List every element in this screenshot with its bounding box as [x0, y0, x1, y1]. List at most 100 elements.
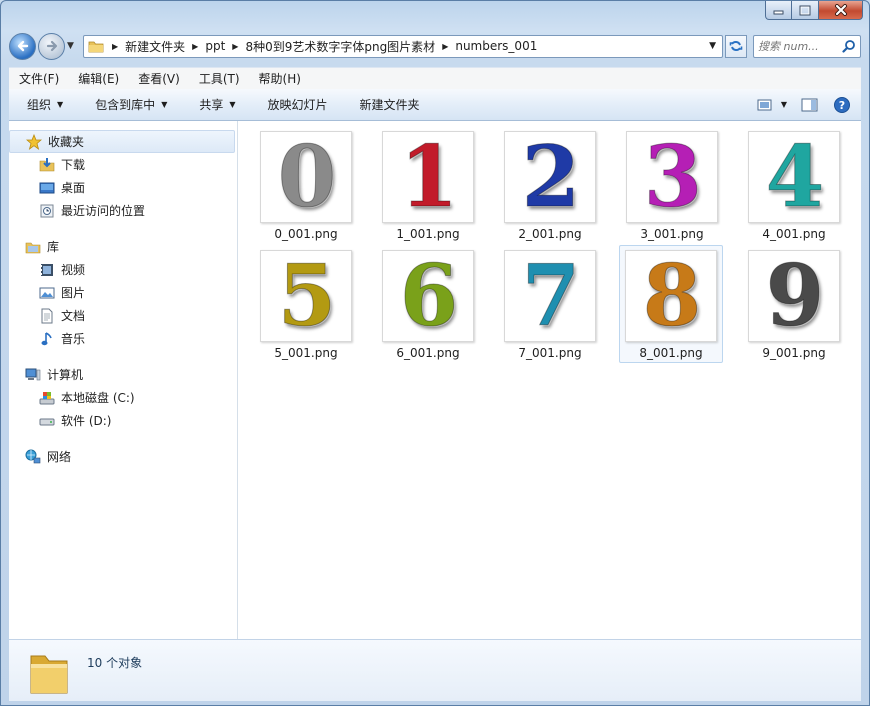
breadcrumb-item[interactable]: 新建文件夹	[120, 36, 190, 57]
menu-file[interactable]: 文件(F)	[9, 70, 68, 87]
breadcrumb-separator-icon[interactable]: ▶	[110, 42, 120, 51]
folder-icon	[30, 655, 68, 694]
file-tile[interactable]: 4 4_001.png	[742, 127, 846, 245]
file-tile[interactable]: 6 6_001.png	[376, 246, 480, 364]
file-name: 3_001.png	[640, 227, 704, 241]
nav-item-label: 图片	[61, 286, 86, 300]
minimize-button[interactable]	[765, 1, 792, 20]
maximize-button[interactable]	[792, 1, 819, 20]
star-icon	[26, 133, 42, 150]
include-in-library-button[interactable]: 包含到库中 ▼	[77, 96, 181, 113]
drive-icon	[39, 413, 55, 429]
preview-pane-icon[interactable]	[801, 97, 819, 113]
nav-item-pictures[interactable]: 图片	[9, 281, 237, 304]
nav-item-label: 最近访问的位置	[61, 204, 146, 218]
help-icon[interactable]: ?	[833, 96, 851, 114]
breadcrumb-separator-icon[interactable]: ▶	[230, 42, 240, 51]
recent-places-icon	[39, 203, 55, 219]
nav-item-music[interactable]: 音乐	[9, 327, 237, 350]
nav-group-libraries: 库 视频 图片 文档 音乐	[9, 235, 237, 350]
menu-help[interactable]: 帮助(H)	[249, 70, 310, 87]
file-tile[interactable]: 1 1_001.png	[376, 127, 480, 245]
folder-icon	[88, 38, 104, 54]
breadcrumb-separator-icon[interactable]: ▶	[440, 42, 450, 51]
file-name: 8_001.png	[639, 346, 703, 360]
search-input[interactable]	[758, 39, 842, 53]
file-tile[interactable]: 2 2_001.png	[498, 127, 602, 245]
file-thumbnail: 8	[625, 250, 717, 342]
new-folder-label: 新建文件夹	[359, 98, 420, 112]
address-bar[interactable]: ▶ 新建文件夹 ▶ ppt ▶ 8种0到9艺术数字字体png图片素材 ▶ num…	[83, 34, 723, 58]
details-pane: 10 个对象	[9, 639, 861, 701]
file-name: 6_001.png	[396, 346, 460, 360]
nav-item-drive-c[interactable]: 本地磁盘 (C:)	[9, 386, 237, 409]
close-button[interactable]	[819, 1, 863, 20]
change-view-button[interactable]: ▼	[757, 98, 787, 112]
item-count: 10 个对象	[87, 656, 143, 670]
chevron-down-icon: ▼	[780, 100, 787, 109]
file-thumbnail: 7	[504, 250, 596, 342]
file-tile[interactable]: 0 0_001.png	[254, 127, 358, 245]
menu-tools[interactable]: 工具(T)	[189, 70, 249, 87]
close-icon	[834, 4, 847, 16]
document-icon	[39, 308, 55, 324]
digit-glyph: 8	[642, 250, 701, 342]
organize-button[interactable]: 组织 ▼	[9, 96, 77, 113]
file-name: 4_001.png	[762, 227, 826, 241]
digit-glyph: 7	[521, 250, 580, 342]
slideshow-button[interactable]: 放映幻灯片	[250, 96, 342, 113]
system-drive-icon	[39, 390, 55, 406]
file-tile[interactable]: 7 7_001.png	[498, 246, 602, 364]
file-tile[interactable]: 9 9_001.png	[742, 246, 846, 364]
breadcrumb-separator-icon[interactable]: ▶	[190, 42, 200, 51]
search-icon	[842, 40, 855, 53]
refresh-button[interactable]	[725, 34, 747, 58]
digit-glyph: 0	[277, 131, 336, 223]
nav-favorites[interactable]: 收藏夹	[9, 130, 235, 153]
arrow-left-icon	[17, 40, 28, 52]
menu-edit[interactable]: 编辑(E)	[68, 70, 128, 87]
breadcrumb-item[interactable]: numbers_001	[450, 36, 542, 57]
breadcrumb-item[interactable]: 8种0到9艺术数字字体png图片素材	[240, 36, 440, 57]
arrow-right-icon	[46, 40, 57, 52]
forward-button[interactable]	[38, 32, 65, 60]
chevron-down-icon: ▼	[161, 100, 168, 109]
nav-computer[interactable]: 计算机	[9, 363, 237, 386]
new-folder-button[interactable]: 新建文件夹	[342, 96, 434, 113]
file-tile[interactable]: 3 3_001.png	[620, 127, 724, 245]
nav-item-recent-places[interactable]: 最近访问的位置	[9, 199, 237, 222]
search-box[interactable]	[753, 34, 861, 58]
digit-glyph: 3	[643, 131, 702, 223]
nav-group-computer: 计算机 本地磁盘 (C:) 软件 (D:)	[9, 363, 237, 432]
nav-item-documents[interactable]: 文档	[9, 304, 237, 327]
chevron-down-icon: ▼	[709, 40, 716, 51]
nav-item-downloads[interactable]: 下载	[9, 153, 237, 176]
navigation-pane: 收藏夹 下载 桌面 最近访问的位置 库 视频 图片 文档 音乐 计算机 本地磁盘…	[9, 121, 238, 639]
nav-item-label: 音乐	[61, 332, 86, 346]
chevron-down-icon: ▼	[229, 100, 236, 109]
digit-glyph: 9	[765, 250, 824, 342]
nav-libraries[interactable]: 库	[9, 235, 237, 258]
share-button[interactable]: 共享 ▼	[181, 96, 249, 113]
include-in-library-label: 包含到库中	[95, 98, 156, 112]
nav-item-label: 文档	[61, 309, 86, 323]
minimize-icon	[773, 10, 783, 15]
slideshow-label: 放映幻灯片	[267, 98, 328, 112]
menu-view[interactable]: 查看(V)	[128, 70, 189, 87]
share-label: 共享	[199, 98, 224, 112]
explorer-window: ▼ ▶ 新建文件夹 ▶ ppt ▶ 8种0到9艺术数字字体png图片素材 ▶ n…	[0, 0, 870, 706]
file-tile[interactable]: 5 5_001.png	[254, 246, 358, 364]
breadcrumb-item[interactable]: ppt	[200, 36, 230, 57]
nav-item-desktop[interactable]: 桌面	[9, 176, 237, 199]
recent-pages-dropdown[interactable]: ▼	[67, 41, 79, 51]
nav-network[interactable]: 网络	[9, 445, 237, 468]
menu-bar: 文件(F) 编辑(E) 查看(V) 工具(T) 帮助(H)	[9, 67, 861, 89]
address-history-dropdown[interactable]: ▼	[709, 41, 716, 51]
library-icon	[25, 239, 41, 255]
nav-item-drive-d[interactable]: 软件 (D:)	[9, 409, 237, 432]
file-tile[interactable]: 8 8_001.png	[619, 245, 723, 363]
nav-item-videos[interactable]: 视频	[9, 258, 237, 281]
back-button[interactable]	[9, 32, 36, 60]
network-icon	[25, 449, 41, 465]
file-name: 9_001.png	[762, 346, 826, 360]
